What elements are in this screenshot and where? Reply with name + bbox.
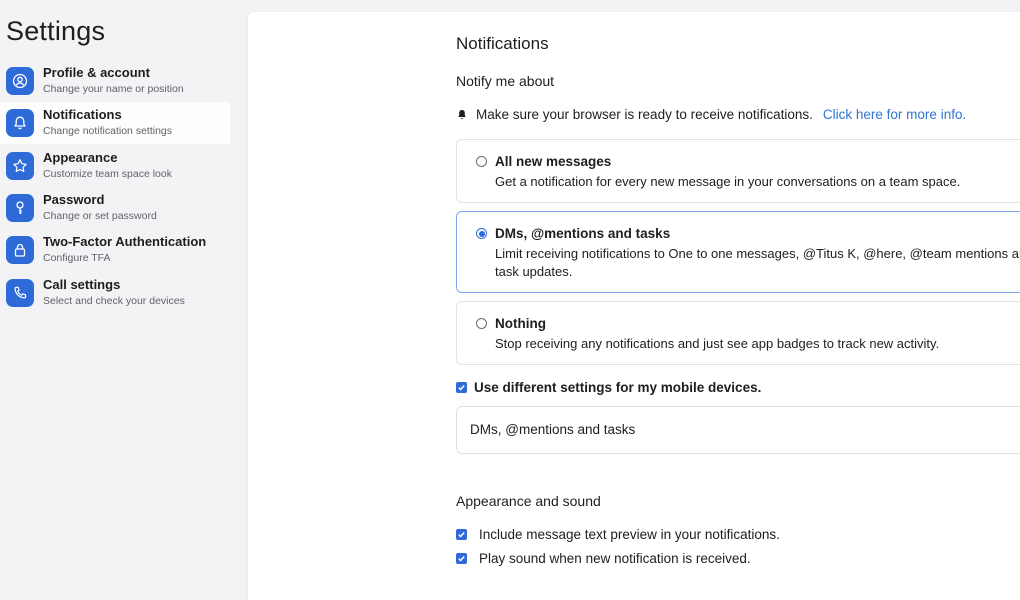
select-value: DMs, @mentions and tasks <box>470 422 636 437</box>
mobile-settings-checkbox[interactable] <box>456 382 467 393</box>
key-icon <box>6 194 34 222</box>
sidebar-item-label: Password <box>43 192 105 207</box>
sidebar-item-notifications[interactable]: Notifications Change notification settin… <box>0 102 230 144</box>
info-text: Make sure your browser is ready to recei… <box>476 107 813 122</box>
sidebar-item-sub: Change notification settings <box>43 125 172 137</box>
sound-checkbox[interactable] <box>456 553 467 564</box>
option-nothing[interactable]: Nothing Stop receiving any notifications… <box>456 301 1020 365</box>
option-desc: Stop receiving any notifications and jus… <box>495 336 940 351</box>
option-all-messages[interactable]: All new messages Get a notification for … <box>456 139 1020 203</box>
sidebar-item-sub: Select and check your devices <box>43 295 185 307</box>
sidebar-item-sub: Customize team space look <box>43 168 172 180</box>
bell-icon <box>6 109 34 137</box>
sidebar-item-call-settings[interactable]: Call settings Select and check your devi… <box>0 272 230 314</box>
option-desc: Limit receiving notifications to One to … <box>495 246 1020 279</box>
sidebar: Settings Profile & account Change your n… <box>0 0 246 600</box>
sidebar-item-sub: Change or set password <box>43 210 157 222</box>
sidebar-item-label: Call settings <box>43 277 121 292</box>
bell-icon <box>458 109 466 119</box>
sidebar-item-label: Notifications <box>43 107 122 122</box>
checkmark-icon <box>458 385 465 391</box>
lock-icon <box>6 236 34 264</box>
appearance-sound-heading: Appearance and sound <box>456 493 601 509</box>
option-title: DMs, @mentions and tasks <box>495 226 671 241</box>
sidebar-item-password[interactable]: Password Change or set password <box>0 187 230 229</box>
mobile-settings-label: Use different settings for my mobile dev… <box>474 380 762 395</box>
option-title: All new messages <box>495 154 612 169</box>
sidebar-item-label: Appearance <box>43 150 118 165</box>
page-title: Notifications <box>456 34 549 53</box>
user-icon <box>6 67 34 95</box>
sidebar-item-label: Profile & account <box>43 65 150 80</box>
sidebar-item-sub: Configure TFA <box>43 252 111 264</box>
sidebar-item-two-factor[interactable]: Two-Factor Authentication Configure TFA <box>0 229 230 271</box>
preview-checkbox[interactable] <box>456 529 467 540</box>
radio-nothing[interactable] <box>476 318 487 329</box>
browser-info: Make sure your browser is ready to recei… <box>456 107 966 122</box>
option-desc: Get a notification for every new message… <box>495 174 961 189</box>
sidebar-item-label: Two-Factor Authentication <box>43 234 207 249</box>
sound-label: Play sound when new notification is rece… <box>479 551 751 566</box>
radio-all-messages[interactable] <box>476 156 487 167</box>
phone-icon <box>6 279 34 307</box>
more-info-link[interactable]: Click here for more info. <box>823 107 966 122</box>
option-dms-mentions-tasks[interactable]: DMs, @mentions and tasks Limit receiving… <box>456 211 1020 293</box>
mobile-notification-select[interactable]: DMs, @mentions and tasks <box>456 406 1020 454</box>
sidebar-item-sub: Change your name or position <box>43 83 184 95</box>
preview-label: Include message text preview in your not… <box>479 527 780 542</box>
settings-panel: Notifications Notify me about Make sure … <box>248 12 1020 600</box>
sidebar-item-profile[interactable]: Profile & account Change your name or po… <box>0 60 230 102</box>
option-title: Nothing <box>495 316 546 331</box>
radio-dms-mentions-tasks[interactable] <box>476 228 487 239</box>
sidebar-title: Settings <box>6 16 106 46</box>
checkmark-icon <box>458 532 465 538</box>
checkmark-icon <box>458 556 465 562</box>
star-icon <box>6 152 34 180</box>
sidebar-item-appearance[interactable]: Appearance Customize team space look <box>0 145 230 187</box>
notify-heading: Notify me about <box>456 73 555 89</box>
